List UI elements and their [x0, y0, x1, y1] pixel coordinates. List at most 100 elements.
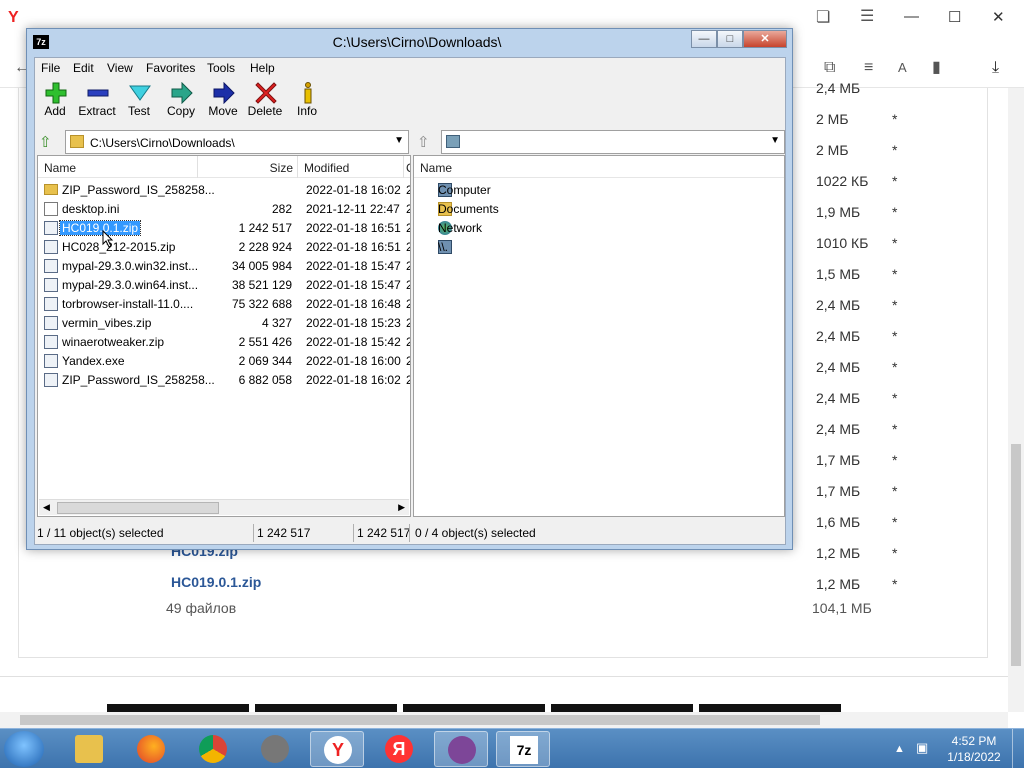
file-row[interactable]: ZIP_Password_IS_258258... 2022-01-18 16:0…: [38, 180, 410, 199]
left-address-combobox[interactable]: C:\Users\Cirno\Downloads\ ▼: [65, 130, 409, 154]
right-address-combobox[interactable]: ▼: [441, 130, 785, 154]
file-row[interactable]: HC028_2​12-2015.zip 2 228 924 2022-01-18 1…: [38, 237, 410, 256]
up-folder-icon[interactable]: ⇧: [39, 133, 52, 151]
menu-edit[interactable]: Edit: [73, 61, 94, 75]
left-horizontal-scrollbar[interactable]: ◀ ▶: [39, 499, 409, 515]
taskbar-file-explorer[interactable]: [62, 731, 116, 767]
page-file-star[interactable]: *: [892, 421, 897, 437]
file-row[interactable]: mypal-29.3.0.win32.inst... 34 005 984 2022…: [38, 256, 410, 275]
tray-expand-icon[interactable]: ▲: [894, 743, 905, 755]
chevron-down-icon-right[interactable]: ▼: [770, 135, 780, 146]
chevron-down-icon[interactable]: ▼: [394, 135, 404, 146]
menu-help[interactable]: Help: [250, 61, 275, 75]
taskbar-firefox[interactable]: [124, 731, 178, 767]
page-horizontal-scrollbar[interactable]: [0, 712, 1008, 728]
taskbar-tor-browser[interactable]: [434, 731, 488, 767]
right-column-header-name[interactable]: Name: [420, 156, 780, 178]
page-file-star[interactable]: *: [892, 514, 897, 530]
menu-view[interactable]: View: [107, 61, 133, 75]
page-button-5[interactable]: [699, 704, 841, 712]
files-count: 49 файлов: [166, 600, 237, 616]
yandex-icon: Я: [385, 735, 413, 763]
scroll-right-icon[interactable]: ▶: [398, 502, 405, 513]
page-file-star[interactable]: *: [892, 483, 897, 499]
page-file-star[interactable]: *: [892, 204, 897, 220]
menu-icon[interactable]: ☰: [860, 9, 874, 25]
horizontal-scroll-thumb[interactable]: [20, 715, 820, 725]
file-name: ZIP_Password_IS_258258...: [62, 373, 215, 387]
file-row[interactable]: vermin_vibes.zip 4 327 2022-01-18 15:23 2: [38, 313, 410, 332]
7zip-app-icon[interactable]: 7z: [33, 35, 49, 49]
page-button-2[interactable]: [255, 704, 397, 712]
file-row[interactable]: torbrowser-install-11.0.... 75 322 688 202…: [38, 294, 410, 313]
location-row[interactable]: Documents: [414, 199, 784, 218]
left-file-pane[interactable]: Name Size Modified C ZIP_Password_IS_258…: [37, 155, 411, 517]
menu-favorites[interactable]: Favorites: [146, 61, 195, 75]
maximize-icon[interactable]: ☐: [948, 8, 961, 26]
page-button-4[interactable]: [551, 704, 693, 712]
show-desktop-button[interactable]: [1012, 729, 1024, 769]
right-selection-status: 0 / 4 object(s) selected: [415, 526, 536, 540]
page-file-star[interactable]: *: [892, 576, 897, 592]
page-button-1[interactable]: [107, 704, 249, 712]
page-file-star[interactable]: *: [892, 390, 897, 406]
left-scroll-thumb[interactable]: [57, 502, 219, 514]
page-file-star[interactable]: *: [892, 328, 897, 344]
window-maximize-button[interactable]: □: [717, 30, 743, 48]
vertical-scroll-thumb[interactable]: [1011, 444, 1021, 666]
bookmarks-icon[interactable]: ❏: [816, 10, 830, 26]
taskbar-yandex-browser[interactable]: Y: [310, 731, 364, 767]
page-file-star[interactable]: *: [892, 173, 897, 189]
start-button[interactable]: [4, 731, 44, 767]
close-icon[interactable]: ✕: [992, 8, 1005, 26]
column-header-created[interactable]: C: [406, 156, 410, 178]
taskbar-clock[interactable]: 4:52 PM 1/18/2022: [944, 733, 1004, 765]
scroll-left-icon[interactable]: ◀: [43, 502, 50, 513]
file-row[interactable]: desktop.ini 282 2021-12-11 22:47 2: [38, 199, 410, 218]
page-vertical-scrollbar[interactable]: [1008, 88, 1024, 712]
menu-tools[interactable]: Tools: [207, 61, 235, 75]
file-row[interactable]: mypal-29.3.0.win64.inst... 38 521 129 2022…: [38, 275, 410, 294]
file-name: mypal-29.3.0.win64.inst...: [62, 278, 199, 292]
page-file-star[interactable]: *: [892, 452, 897, 468]
taskbar-raccoon-app[interactable]: [248, 731, 302, 767]
location-row[interactable]: \\.: [414, 237, 784, 256]
column-header-size[interactable]: Size: [198, 156, 298, 178]
page-file-star[interactable]: *: [892, 111, 897, 127]
column-header-name[interactable]: Name: [44, 156, 198, 178]
page-file-star[interactable]: *: [892, 359, 897, 375]
window-close-button[interactable]: ✕: [743, 30, 787, 48]
bookmark-icon[interactable]: ▮: [932, 60, 941, 76]
location-row[interactable]: Network: [414, 218, 784, 237]
page-file-star[interactable]: *: [892, 266, 897, 282]
menu-file[interactable]: File: [41, 61, 60, 75]
reader-icon[interactable]: ≡: [864, 60, 873, 76]
network-tray-icon[interactable]: ▣: [916, 740, 928, 756]
up-folder-icon-right[interactable]: ⇧: [417, 133, 430, 151]
column-header-modified[interactable]: Modified: [304, 156, 404, 178]
window-titlebar[interactable]: 7z C:\Users\Cirno\Downloads\ — □ ✕: [27, 29, 792, 55]
page-file-star[interactable]: *: [892, 545, 897, 561]
right-file-pane[interactable]: Name Computer Documents Network \\.: [413, 155, 785, 517]
status-divider: [409, 524, 410, 542]
delete-icon: [255, 82, 277, 104]
page-file-star[interactable]: *: [892, 235, 897, 251]
window-minimize-button[interactable]: —: [691, 30, 717, 48]
yandex-browser-icon[interactable]: Y: [8, 10, 19, 26]
file-row[interactable]: Yandex.exe 2 069 344 2022-01-18 16:00 2: [38, 351, 410, 370]
page-button-3[interactable]: [403, 704, 545, 712]
file-row[interactable]: ZIP_Password_IS_258258... 6 882 058 2022-0…: [38, 370, 410, 389]
taskbar-chrome[interactable]: [186, 731, 240, 767]
minimize-icon[interactable]: —: [904, 8, 919, 25]
file-link-hc019-0-1[interactable]: HC019.0.1.zip: [171, 574, 261, 590]
file-row[interactable]: HC019.0.1.zip 1 242 517 2022-01-18 16:51 2: [38, 218, 410, 237]
file-row[interactable]: winaerotweaker.zip 2 551 426 2022-01-18 15…: [38, 332, 410, 351]
page-file-star[interactable]: *: [892, 142, 897, 158]
taskbar-yandex[interactable]: Я: [372, 731, 426, 767]
translate-icon[interactable]: A: [898, 60, 907, 76]
page-file-star[interactable]: *: [892, 297, 897, 313]
extension-icon[interactable]: ⧉: [824, 60, 835, 76]
location-row[interactable]: Computer: [414, 180, 784, 199]
taskbar-7zip[interactable]: 7z: [496, 731, 550, 767]
download-icon[interactable]: ⤓: [992, 60, 999, 76]
